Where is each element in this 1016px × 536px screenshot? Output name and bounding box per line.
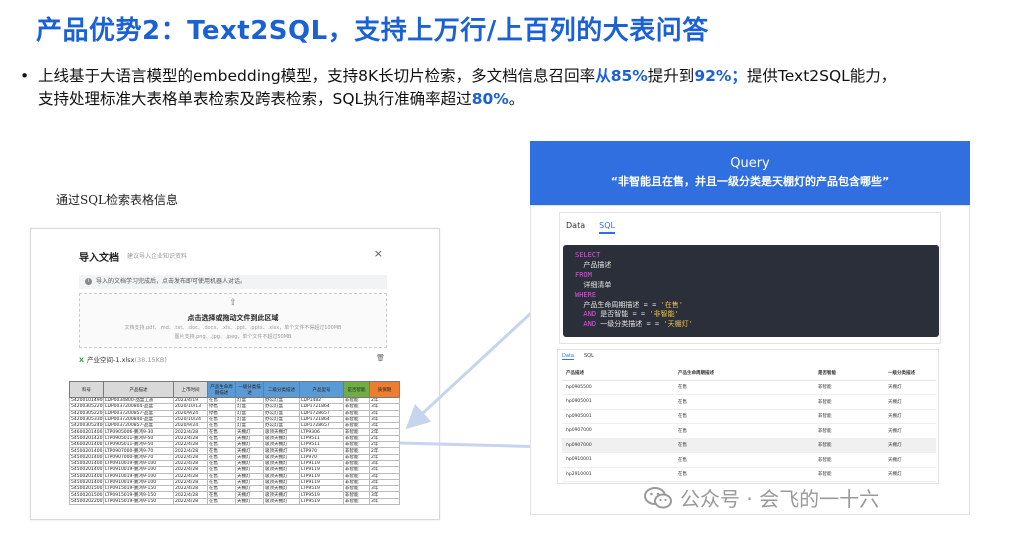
result-cell: 在售: [674, 380, 814, 395]
result-header-cell: 产品描述: [562, 366, 674, 381]
result-cell: 天棚灯: [884, 452, 936, 468]
result-cell: hp0905001: [562, 409, 674, 424]
sql-token: SELECT: [575, 251, 601, 259]
sql-line: WHERE: [575, 291, 927, 301]
watermark: 公众号 · 会飞的一十六: [644, 483, 879, 512]
result-cell: hp0910001: [562, 452, 674, 468]
watermark-text: 公众号 · 会飞的一十六: [680, 487, 880, 511]
sql-token: 产品描述: [575, 260, 612, 269]
result-cell: 非智能: [814, 467, 884, 482]
result-table: 产品描述 产品生命周期描述 是否智能 一级分类描述 hp0905500 在售 非智能 天棚灯…: [562, 366, 936, 482]
sql-token: AND: [575, 310, 597, 319]
sql-line: SELECT: [575, 251, 927, 261]
result-tab-sql[interactable]: SQL: [584, 353, 594, 360]
result-header-cell: 一级分类描述: [884, 366, 936, 381]
result-header-cell: 是否智能: [814, 366, 884, 381]
result-cell: 在售: [674, 423, 814, 439]
result-cell: hp0907000: [562, 438, 674, 453]
sql-token: FROM: [575, 270, 592, 279]
result-cell: 天棚灯: [884, 380, 936, 395]
sql-line: AND 是否智能 = = '非智能': [575, 310, 927, 320]
result-row: hp0905001 在售 非智能 天棚灯: [562, 409, 936, 424]
result-cell: 天棚灯: [884, 438, 936, 453]
result-cell: 非智能: [814, 423, 884, 439]
result-cell: hp0905001: [562, 394, 674, 410]
result-row: hp0905500 在售 非智能 天棚灯: [562, 380, 936, 395]
result-cell: 非智能: [814, 452, 884, 468]
result-row: hp2910001 在售 非智能 天棚灯: [562, 467, 936, 482]
result-header-cell: 产品生命周期描述: [674, 366, 814, 381]
result-cell: 在售: [674, 409, 814, 424]
result-cell: 在售: [674, 438, 814, 453]
result-row: hp0905001 在售 非智能 天棚灯: [562, 394, 936, 410]
arrow-sheet-to-result: [399, 434, 556, 459]
tab-sql[interactable]: SQL: [599, 221, 615, 234]
query-question: “非智能且在售，并且一级分类是天棚灯的产品包含哪些”: [610, 175, 890, 188]
sql-token: WHERE: [575, 290, 597, 299]
sql-token: 产品生命周期描述 = =: [575, 300, 661, 309]
sql-line: FROM: [575, 271, 927, 281]
sql-card-tabs: Data SQL: [566, 221, 615, 234]
result-cell: 在售: [674, 452, 814, 468]
sql-token: 详细清单: [575, 280, 612, 289]
result-cell: 在售: [674, 394, 814, 410]
result-row: hp0910001 在售 非智能 天棚灯: [562, 452, 936, 468]
result-cell: hp2910001: [562, 467, 674, 482]
tab-data[interactable]: Data: [566, 221, 585, 234]
result-cell: 非智能: [814, 409, 884, 424]
result-cell: 非智能: [814, 438, 884, 453]
sql-line: 产品描述: [575, 261, 927, 271]
sql-token: 一级分类描述 = =: [596, 320, 664, 329]
result-cell: 非智能: [814, 394, 884, 410]
result-tabs: Data SQL: [562, 353, 594, 360]
result-cell: hp0907000: [562, 423, 674, 439]
result-cell: 天棚灯: [884, 409, 936, 424]
sql-line: 详细清单: [575, 281, 927, 291]
result-tab-data[interactable]: Data: [562, 353, 574, 360]
result-cell: 天棚灯: [884, 467, 936, 482]
result-cell: 在售: [674, 467, 814, 482]
sql-token: '在售': [660, 300, 683, 309]
result-cell: 非智能: [814, 380, 884, 395]
result-cell: 天棚灯: [884, 394, 936, 410]
sql-token: '天棚灯': [663, 320, 693, 329]
result-card: Data SQL 产品描述 产品生命周期描述 是否智能 一级分类描述 hp090550…: [557, 349, 939, 484]
query-label: Query: [730, 156, 770, 171]
result-row: hp0907000 在售 非智能 天棚灯: [562, 423, 936, 439]
sql-token: '非智能': [649, 310, 679, 319]
wechat-icon: [644, 486, 672, 508]
query-header: Query “非智能且在售，并且一级分类是天棚灯的产品包含哪些”: [530, 141, 970, 205]
sql-token: AND: [575, 320, 597, 329]
result-cell: hp0905500: [562, 380, 674, 395]
sql-card: Data SQL SELECT 产品描述 FROM 详细清单 WHERE 产品生命周…: [559, 212, 941, 344]
result-row: hp0907000 在售 非智能 天棚灯: [562, 438, 936, 453]
sql-code-block: SELECT 产品描述 FROM 详细清单 WHERE 产品生命周期描述 = = '…: [563, 245, 939, 337]
sql-line: AND 一级分类描述 = = '天棚灯': [575, 320, 927, 330]
sql-token: 是否智能 = =: [596, 310, 650, 319]
result-cell: 天棚灯: [884, 423, 936, 439]
sql-line: 产品生命周期描述 = = '在售': [575, 301, 927, 311]
